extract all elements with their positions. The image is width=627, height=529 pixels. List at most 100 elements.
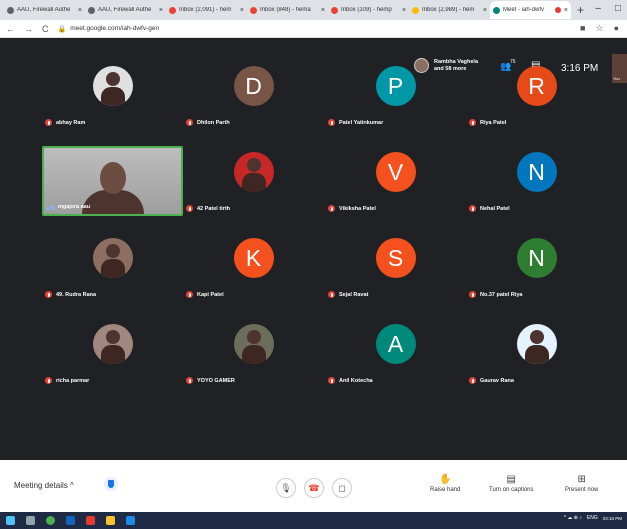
participant-tile[interactable]: R Riya Patel xyxy=(466,60,607,130)
browser-tab[interactable]: AAU, Firewall Authe × xyxy=(85,1,166,19)
browser-tab[interactable]: Inbox (2,989) - hem × xyxy=(409,1,490,19)
participant-tile[interactable]: Gaurav Rana xyxy=(466,318,607,388)
participant-name: Nehal Patel xyxy=(480,205,510,212)
back-icon[interactable]: ← xyxy=(6,24,15,34)
participant-tile[interactable]: D Dhilon Parth xyxy=(183,60,324,130)
self-label: You xyxy=(613,76,620,81)
tab-favicon-icon xyxy=(493,6,500,14)
minimize-icon[interactable]: – xyxy=(595,3,601,14)
participant-tile[interactable]: richa parmar xyxy=(42,318,183,388)
word-icon[interactable] xyxy=(126,516,135,525)
tab-title: Inbox (2,091) - hem xyxy=(179,7,232,13)
muted-mic-icon xyxy=(469,119,476,126)
participant-name: 42 Patel tirth xyxy=(197,205,231,212)
chrome-icon[interactable] xyxy=(46,516,55,525)
participant-tile[interactable]: K Kapi Patel xyxy=(183,232,324,302)
tab-close-icon[interactable]: × xyxy=(402,7,406,14)
participant-tile[interactable]: 42 Patel tirth xyxy=(183,146,324,216)
url-text[interactable]: meet.google.com/iah-dwfv-gen xyxy=(70,25,159,32)
participant-name: Anil Kotecha xyxy=(339,377,373,384)
participant-name: mgajera aau xyxy=(58,203,91,210)
participant-tile[interactable]: P Patel Yatinkumar xyxy=(325,60,466,130)
reload-icon[interactable]: C xyxy=(42,24,49,34)
participant-name: Sejal Ravat xyxy=(339,291,369,298)
forward-icon[interactable]: → xyxy=(24,24,33,34)
new-tab-icon[interactable]: + xyxy=(577,3,584,17)
participant-name-row: Riya Patel xyxy=(469,119,506,126)
present-now-button[interactable]: ⊞ Present now xyxy=(565,474,598,493)
participant-tile[interactable]: mgajera aau xyxy=(42,146,183,216)
participant-name-row: 42 Patel tirth xyxy=(186,205,230,212)
participant-tile[interactable]: V Vikiksha Patel xyxy=(325,146,466,216)
browser-tab-strip: AAU, Firewall Authe × AAU, Firewall Authe ×… xyxy=(0,0,627,20)
muted-mic-icon xyxy=(45,377,52,384)
leave-call-button[interactable]: ☎ xyxy=(304,478,324,498)
tab-favicon-icon xyxy=(169,6,176,14)
tab-close-icon[interactable]: × xyxy=(78,7,82,14)
files-icon[interactable] xyxy=(106,516,115,525)
profile-icon[interactable]: ● xyxy=(614,23,619,34)
tab-close-icon[interactable]: × xyxy=(159,7,163,14)
meet-grid: Rambha Vaghela and 58 more 👥 76 ▤ 3:16 P… xyxy=(0,38,627,460)
taskbar: ^ ☁ ⊕ ♪ ENG 03:16 PM xyxy=(0,512,627,529)
participant-avatar: P xyxy=(375,66,416,106)
tab-favicon-icon xyxy=(250,6,257,14)
security-shield-icon[interactable] xyxy=(104,477,118,491)
participant-tile[interactable]: abhay Ram xyxy=(42,60,183,130)
participant-tile[interactable]: S Sejal Ravat xyxy=(325,232,466,302)
participant-tile[interactable]: N Nehal Patel xyxy=(466,146,607,216)
participant-name-row: Patel Yatinkumar xyxy=(328,119,383,126)
camera-indicator-icon[interactable]: ■ xyxy=(580,23,585,34)
participant-avatar: K xyxy=(233,238,274,278)
speaking-indicator-icon xyxy=(47,203,54,210)
tab-close-icon[interactable]: × xyxy=(483,7,487,14)
camera-toggle-button[interactable]: ◻ xyxy=(332,478,352,498)
window-controls: – □ xyxy=(595,3,621,14)
browser-tab[interactable]: Inbox (848) - hema × xyxy=(247,1,328,19)
muted-mic-icon xyxy=(328,205,335,212)
browser-tab[interactable]: Inbox (2,091) - hem × xyxy=(166,1,247,19)
self-view-tile[interactable]: You xyxy=(612,54,627,83)
app-icon[interactable] xyxy=(66,516,75,525)
language-indicator[interactable]: ENG xyxy=(587,515,598,521)
muted-mic-icon xyxy=(45,119,52,126)
tab-close-icon[interactable]: × xyxy=(564,7,568,14)
bookmark-star-icon[interactable]: ☆ xyxy=(595,23,603,34)
browser-tab[interactable]: Inbox (109) - hemp × xyxy=(328,1,409,19)
taskview-icon[interactable] xyxy=(26,516,35,525)
participant-name: YOYO GAMER xyxy=(197,377,235,384)
recording-dot-icon xyxy=(554,7,561,13)
participant-name: Dhilon Parth xyxy=(197,119,230,126)
system-tray: ^ ☁ ⊕ ♪ ENG 03:16 PM xyxy=(564,515,622,521)
participant-tile[interactable]: N No.37 patel Riya xyxy=(466,232,607,302)
participant-name-row: Nehal Patel xyxy=(469,205,510,212)
participant-name-row: Vikiksha Patel xyxy=(328,205,376,212)
participant-photo xyxy=(92,238,133,278)
tray-icons[interactable]: ^ ☁ ⊕ ♪ xyxy=(564,515,582,521)
participant-name-row: YOYO GAMER xyxy=(186,377,235,384)
raise-hand-button[interactable]: ✋ Raise hand xyxy=(430,474,460,493)
app-icon[interactable] xyxy=(86,516,95,525)
participant-name: No.37 patel Riya xyxy=(480,291,523,298)
browser-tab[interactable]: AAU, Firewall Authe × xyxy=(4,1,85,19)
participant-tile[interactable]: 49. Rudra Rana xyxy=(42,232,183,302)
tab-close-icon[interactable]: × xyxy=(240,7,244,14)
browser-tab[interactable]: Meet - iah-dwfv × xyxy=(490,1,571,19)
captions-button[interactable]: ▤ Turn on captions xyxy=(489,474,533,493)
participant-tile[interactable]: YOYO GAMER xyxy=(183,318,324,388)
mic-toggle-button[interactable]: 🎙 xyxy=(276,478,296,498)
muted-mic-icon xyxy=(328,291,335,298)
tab-close-icon[interactable]: × xyxy=(321,7,325,14)
participant-name-row: richa parmar xyxy=(45,377,89,384)
meeting-details-button[interactable]: Meeting details ^ xyxy=(14,481,74,490)
participant-name-row: Kapi Patel xyxy=(186,291,224,298)
taskbar-clock[interactable]: 03:16 PM xyxy=(603,516,622,521)
participant-name: Gaurav Rana xyxy=(480,377,514,384)
maximize-icon[interactable]: □ xyxy=(615,3,621,14)
participant-tile[interactable]: A Anil Kotecha xyxy=(325,318,466,388)
tab-title: Meet - iah-dwfv xyxy=(503,7,545,13)
tab-favicon-icon xyxy=(412,6,419,14)
start-icon[interactable] xyxy=(6,516,15,525)
participant-name: Patel Yatinkumar xyxy=(339,119,384,126)
tab-favicon-icon xyxy=(331,6,338,14)
